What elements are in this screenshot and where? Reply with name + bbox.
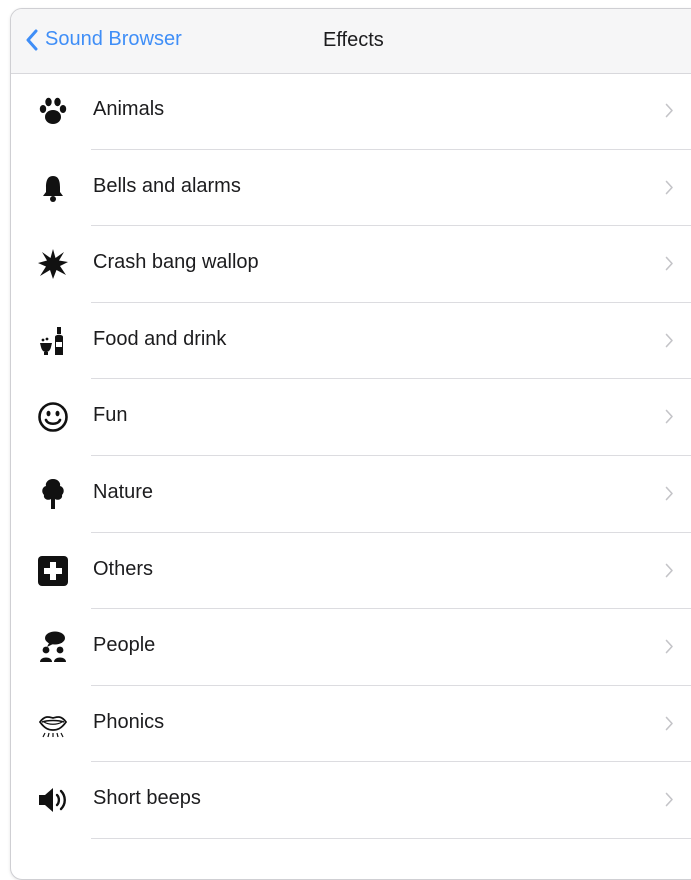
mouth-icon (37, 708, 69, 740)
chevron-right-icon (665, 563, 673, 577)
smiley-icon (37, 401, 69, 433)
category-list: Animals Bells and alarms Crash bang wall… (11, 73, 691, 839)
chevron-right-icon (665, 716, 673, 731)
list-item-label: Phonics (93, 710, 165, 733)
list-item-fun[interactable]: Fun (11, 379, 691, 456)
list-item-nature[interactable]: Nature (11, 456, 691, 533)
paw-icon (37, 95, 69, 127)
chevron-right-icon (665, 333, 673, 348)
chevron-right-icon (665, 103, 673, 118)
list-item-label: Food and drink (93, 327, 227, 350)
speaker-icon (37, 784, 69, 816)
list-item-crash-bang-wallop[interactable]: Crash bang wallop (11, 226, 691, 303)
list-item-bells-and-alarms[interactable]: Bells and alarms (11, 150, 691, 227)
list-item-label: People (93, 634, 156, 657)
window-frame: Sound Browser Effects Animals Bells and … (10, 8, 691, 880)
chevron-left-icon (26, 29, 38, 50)
chevron-right-icon (665, 256, 673, 271)
list-item-label: Nature (93, 480, 154, 503)
list-item-label: Fun (93, 404, 128, 427)
chevron-right-icon (665, 639, 673, 654)
people-icon (37, 631, 69, 663)
explosion-icon (37, 248, 69, 280)
list-item-people[interactable]: People (11, 609, 691, 686)
back-button[interactable]: Sound Browser (25, 28, 182, 51)
list-item-food-and-drink[interactable]: Food and drink (11, 303, 691, 380)
list-item-phonics[interactable]: Phonics (11, 686, 691, 763)
list-item-short-beeps[interactable]: Short beeps (11, 762, 691, 839)
plus-square-icon (37, 555, 69, 587)
list-item-label: Short beeps (93, 787, 201, 810)
list-item-animals[interactable]: Animals (11, 73, 691, 150)
chevron-right-icon (665, 486, 673, 501)
chevron-right-icon (665, 180, 673, 194)
back-button-label: Sound Browser (45, 28, 182, 50)
page-title: Effects (323, 29, 384, 51)
list-item-label: Others (93, 557, 154, 580)
list-item-label: Animals (93, 98, 165, 120)
list-item-label: Crash bang wallop (93, 251, 259, 274)
food-drink-icon (37, 325, 69, 357)
chevron-right-icon (665, 410, 673, 424)
chevron-right-icon (665, 793, 673, 807)
tree-icon (37, 478, 69, 510)
navigation-bar: Sound Browser Effects (11, 9, 691, 74)
bell-icon (37, 172, 69, 204)
list-item-label: Bells and alarms (93, 174, 241, 197)
list-item-others[interactable]: Others (11, 533, 691, 610)
